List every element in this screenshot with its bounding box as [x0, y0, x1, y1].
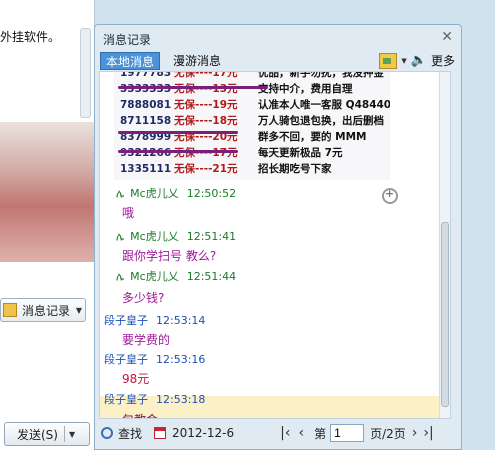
image-row: 1335111 无保----21元 招长期吃号下家 [120, 161, 332, 176]
date-label[interactable]: 2012-12-6 [172, 426, 234, 440]
image-icon[interactable] [379, 52, 398, 69]
image-row: 8711158 无保----18元 万人骑包退包换，出后删档 [120, 113, 384, 128]
message-time: 12:51:41 [186, 230, 237, 243]
search-button[interactable]: 查找 [118, 425, 142, 442]
send-options-chevron-icon[interactable]: ▼ [69, 430, 75, 439]
image-row-number: 1977783 [120, 72, 172, 79]
message-text: 哦 [122, 206, 135, 220]
image-row-text: 招长期吃号下家 [258, 163, 332, 175]
message-time: 12:53:18 [156, 393, 206, 406]
message-history-label: 消息记录 [22, 303, 71, 318]
strike-mark [118, 150, 238, 153]
image-row-text: 群多不回，要的 MMM [258, 131, 367, 143]
send-label: 发送(S) [17, 427, 58, 442]
message-history-button[interactable]: 消息记录 ▼ [0, 298, 86, 322]
message-header: 段子皇子 12:53:18 [104, 391, 205, 407]
strike-mark [118, 131, 238, 134]
image-row-number: 8711158 [120, 115, 172, 127]
image-row-number: 9321266 [120, 147, 172, 159]
history-toolbar: ▼ 🔈 更多 [379, 52, 455, 69]
image-row: 1977783 无保----17元 优品，新手勿扰，我没押金 [120, 72, 384, 80]
message-time: 12:53:14 [156, 314, 206, 327]
first-page-icon[interactable]: |‹ [280, 425, 290, 441]
message-header: 段子皇子 12:53:14 [104, 312, 205, 328]
status-icon: ሌ [116, 230, 125, 243]
message-sender[interactable]: Mc虎儿乂 [130, 230, 179, 243]
image-row-text: 万人骑包退包换，出后删档 [258, 115, 384, 127]
history-scrollbar[interactable] [439, 72, 450, 418]
message-text: 跟你学扫号 教么? [122, 249, 217, 263]
image-row-tag: 无保----19元 [174, 99, 238, 111]
message-time: 12:50:52 [186, 187, 237, 200]
image-row-tag: 无保----17元 [174, 72, 238, 79]
page-prefix: 第 [314, 426, 327, 441]
message-list: 1977783 无保----17元 优品，新手勿扰，我没押金 3333333 无保---… [99, 71, 451, 419]
strike-mark [118, 86, 268, 89]
image-row-text: 每天更新极品 7元 [258, 147, 343, 159]
message-history-panel: 消息记录 ✕ 本地消息 漫游消息 ▼ 🔈 更多 1977783 无保----17元… [94, 24, 462, 450]
scrollbar-thumb[interactable] [441, 222, 449, 407]
message-sender[interactable]: 段子皇子 [104, 353, 148, 366]
image-row-text: 优品，新手勿扰，我没押金 [258, 72, 384, 79]
message-header: ሌ Mc虎儿乂 12:50:52 [116, 185, 236, 201]
page-suffix: 页/2页 [370, 426, 406, 441]
image-row-number: 1335111 [120, 163, 172, 175]
message-text: 98元 [122, 372, 150, 386]
message-text: 多少钱? [122, 291, 165, 305]
zoom-icon[interactable] [382, 187, 398, 204]
history-tabs: 本地消息 漫游消息 [100, 52, 226, 70]
message-sender[interactable]: Mc虎儿乂 [130, 270, 179, 283]
tab-roaming-messages[interactable]: 漫游消息 [168, 52, 226, 70]
message-header: 段子皇子 12:53:16 [104, 351, 205, 367]
history-icon [3, 303, 17, 317]
image-row-number: 3333333 [120, 83, 172, 95]
image-row: 7888081无保----19元 认准本人唯一客服 Q484404384 [120, 97, 390, 112]
separator [63, 426, 65, 442]
message-header: ሌ Mc虎儿乂 12:51:41 [116, 228, 236, 244]
image-row-text: 认准本人唯一客服 Q484404384 [258, 99, 390, 111]
chat-window-left: 外挂软件。 消息记录 ▼ 发送(S) ▼ [0, 0, 95, 450]
message-sender[interactable]: 段子皇子 [104, 314, 148, 327]
prev-page-icon[interactable]: ‹ [298, 425, 304, 441]
image-row-number: 7888081 [120, 99, 172, 111]
send-button[interactable]: 发送(S) ▼ [4, 422, 90, 446]
message-sender[interactable]: Mc虎儿乂 [130, 187, 179, 200]
message-text: 要学费的 [122, 333, 171, 347]
next-page-icon[interactable]: › [412, 425, 418, 441]
page-number-input[interactable] [330, 424, 365, 442]
image-row-tag: 无保----18元 [174, 115, 238, 127]
shared-image[interactable]: 1977783 无保----17元 优品，新手勿扰，我没押金 3333333 无保---… [114, 72, 390, 180]
close-icon[interactable]: ✕ [441, 29, 453, 45]
message-sender[interactable]: 段子皇子 [104, 393, 148, 406]
message-header: ሌ Mc虎儿乂 12:51:44 [116, 268, 236, 284]
chevron-down-icon[interactable]: ▼ [401, 57, 406, 65]
image-row-tag: 无保----21元 [174, 163, 238, 175]
message-time: 12:53:16 [156, 353, 206, 366]
speaker-icon[interactable]: 🔈 [411, 53, 427, 68]
left-scrollbar[interactable] [80, 28, 91, 118]
message-time: 12:51:44 [186, 270, 237, 283]
history-footer: 查找 2012-12-6 |‹ ‹ 第 页/2页 › ›| [99, 421, 459, 445]
image-row-text: 支持中介，费用自理 [258, 83, 353, 95]
tab-local-messages[interactable]: 本地消息 [100, 52, 161, 70]
chevron-down-icon[interactable]: ▼ [76, 306, 82, 315]
chat-hint-text: 外挂软件。 [0, 30, 61, 44]
status-icon: ሌ [116, 270, 125, 283]
more-button[interactable]: 更多 [431, 52, 455, 69]
background-photo [0, 122, 94, 262]
search-icon[interactable] [101, 427, 113, 439]
last-page-icon[interactable]: ›| [423, 425, 433, 441]
panel-title: 消息记录 [103, 33, 152, 47]
message-text: 包教会。 [122, 411, 170, 418]
status-icon: ሌ [116, 187, 125, 200]
calendar-icon[interactable] [154, 427, 167, 439]
